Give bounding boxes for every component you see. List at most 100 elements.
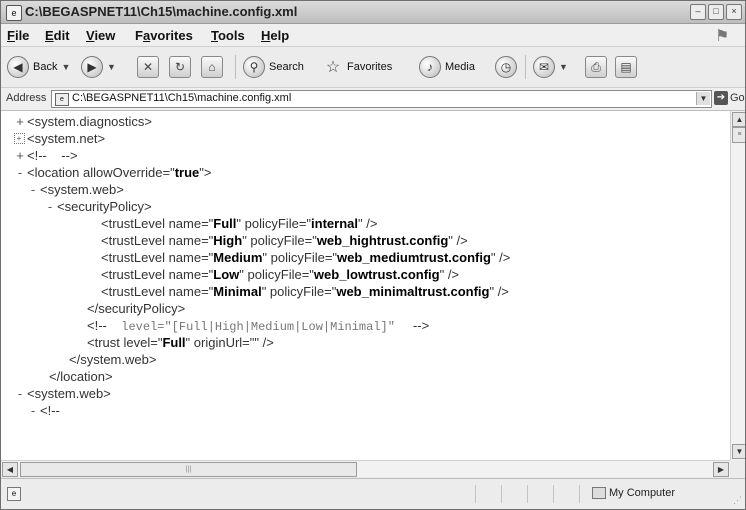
xml-document-view: + <system.diagnostics> + <system.net> + <!-…	[1, 111, 730, 460]
status-pane	[475, 485, 476, 503]
xml-line: - <!--	[26, 402, 60, 419]
maximize-button[interactable]: □	[708, 4, 724, 20]
edit-page-icon: ▤	[615, 56, 637, 78]
go-arrow-icon[interactable]: ➔	[714, 91, 728, 105]
xml-line: <trustLevel name="Low" policyFile="web_l…	[101, 267, 460, 282]
resize-grip-icon[interactable]: ⋰	[733, 495, 742, 506]
menu-tools[interactable]: Tools	[211, 28, 245, 43]
collapse-toggle[interactable]: -	[43, 198, 57, 215]
expand-toggle[interactable]: +	[13, 113, 27, 130]
history-button[interactable]: ◷	[495, 55, 517, 79]
scroll-down-button[interactable]: ▼	[732, 444, 745, 459]
forward-button[interactable]: ▶ ▼	[81, 55, 116, 79]
xml-line: <trustLevel name="Minimal" policyFile="w…	[101, 284, 509, 299]
horizontal-scrollbar[interactable]: ◀ ||| ▶	[1, 460, 730, 477]
ie-page-icon: e	[6, 5, 22, 21]
back-button[interactable]: ◀ Back ▼	[7, 55, 70, 79]
scroll-right-button[interactable]: ▶	[713, 462, 729, 477]
scrollbar-corner	[730, 460, 745, 476]
address-input[interactable]: e C:\BEGASPNET11\Ch15\machine.config.xml…	[51, 90, 712, 108]
xml-line: + <system.net>	[13, 130, 105, 147]
chevron-down-icon[interactable]: ▼	[61, 62, 70, 72]
collapse-toggle[interactable]: -	[13, 164, 27, 181]
menu-file[interactable]: File	[7, 28, 29, 43]
minimize-button[interactable]: –	[690, 4, 706, 20]
chevron-down-icon[interactable]: ▼	[559, 62, 568, 72]
stop-button[interactable]: ✕	[137, 55, 159, 79]
media-icon: ♪	[419, 56, 441, 78]
address-value: C:\BEGASPNET11\Ch15\machine.config.xml	[72, 92, 292, 104]
xml-line: - <system.web>	[26, 181, 124, 198]
windows-flag-icon: ⚑	[715, 28, 730, 45]
status-pane	[501, 485, 502, 503]
collapse-toggle[interactable]: -	[13, 385, 27, 402]
collapse-toggle[interactable]: -	[26, 181, 40, 198]
stop-icon: ✕	[137, 56, 159, 78]
focus-plus-icon: +	[13, 133, 25, 145]
menu-bar: File Edit View Favorites Tools Help ⚑	[1, 24, 745, 47]
media-button[interactable]: ♪ Media	[419, 55, 475, 79]
address-label: Address	[6, 92, 47, 104]
menu-edit[interactable]: Edit	[45, 28, 70, 43]
xml-comment-line: <!-- level="[Full|High|Medium|Low|Minima…	[87, 318, 430, 334]
expand-toggle[interactable]: +	[13, 130, 27, 147]
refresh-icon: ↻	[169, 56, 191, 78]
xml-line: - <securityPolicy>	[43, 198, 152, 215]
status-bar: e My Computer ⋰	[1, 478, 745, 509]
mail-icon: ✉	[533, 56, 555, 78]
status-pane	[553, 485, 554, 503]
expand-toggle[interactable]: +	[13, 147, 27, 164]
title-bar[interactable]: e C:\BEGASPNET11\Ch15\machine.config.xml…	[1, 1, 745, 24]
chevron-down-icon[interactable]: ▼	[107, 62, 116, 72]
toolbar-separator	[235, 55, 236, 79]
refresh-button[interactable]: ↻	[169, 55, 191, 79]
window-title: C:\BEGASPNET11\Ch15\machine.config.xml	[25, 4, 298, 19]
search-icon: ⚲	[243, 56, 265, 78]
xml-file-icon: e	[55, 93, 69, 106]
printer-icon: ⎙	[585, 56, 607, 78]
xml-line: </system.web>	[69, 352, 157, 367]
xml-line: </location>	[49, 369, 113, 384]
horizontal-scroll-thumb[interactable]: |||	[20, 462, 357, 477]
collapse-toggle[interactable]: -	[26, 402, 40, 419]
xml-line: + <system.diagnostics>	[13, 113, 152, 130]
star-icon: ☆	[325, 59, 341, 76]
menu-view[interactable]: View	[86, 28, 115, 43]
toolbar: ◀ Back ▼ ▶ ▼ ✕ ↻ ⌂ ⚲ Search ☆ Favorites …	[1, 47, 745, 88]
scroll-up-button[interactable]: ▲	[732, 112, 745, 127]
browser-window: e C:\BEGASPNET11\Ch15\machine.config.xml…	[0, 0, 746, 510]
address-bar: Address e C:\BEGASPNET11\Ch15\machine.co…	[1, 88, 745, 111]
history-icon: ◷	[495, 56, 517, 78]
xml-line: <trustLevel name="Full" policyFile="inte…	[101, 216, 378, 231]
toolbar-separator	[525, 55, 526, 79]
close-button[interactable]: ×	[726, 4, 742, 20]
address-dropdown-icon[interactable]: ▼	[696, 92, 710, 105]
back-arrow-icon: ◀	[7, 56, 29, 78]
menu-favorites[interactable]: Favorites	[135, 28, 193, 43]
menu-help[interactable]: Help	[261, 28, 289, 43]
xml-line: - <location allowOverride="true">	[13, 164, 212, 181]
search-button[interactable]: ⚲ Search	[243, 55, 304, 79]
status-pane	[579, 485, 580, 503]
mail-button[interactable]: ✉ ▼	[533, 55, 568, 79]
status-pane	[527, 485, 528, 503]
favorites-button[interactable]: ☆ Favorites	[323, 55, 392, 79]
xml-line: </securityPolicy>	[87, 301, 186, 316]
print-button[interactable]: ⎙	[585, 55, 607, 79]
xml-line: + <!-- -->	[13, 147, 77, 164]
page-status-icon: e	[7, 487, 21, 501]
computer-icon	[592, 487, 606, 500]
security-zone: My Computer	[592, 487, 675, 500]
go-button[interactable]: Go	[730, 92, 745, 104]
forward-arrow-icon: ▶	[81, 56, 103, 78]
vertical-scroll-thumb[interactable]: ≡	[732, 127, 745, 143]
xml-line: <trustLevel name="Medium" policyFile="we…	[101, 250, 511, 265]
xml-line: <trustLevel name="High" policyFile="web_…	[101, 233, 468, 248]
vertical-scrollbar[interactable]: ▲ ≡ ▼	[730, 111, 745, 460]
home-icon: ⌂	[201, 56, 223, 78]
edit-button[interactable]: ▤	[615, 55, 637, 79]
xml-line: - <system.web>	[13, 385, 111, 402]
xml-line: <trust level="Full" originUrl="" />	[87, 335, 274, 350]
scroll-left-button[interactable]: ◀	[2, 462, 18, 477]
home-button[interactable]: ⌂	[201, 55, 223, 79]
